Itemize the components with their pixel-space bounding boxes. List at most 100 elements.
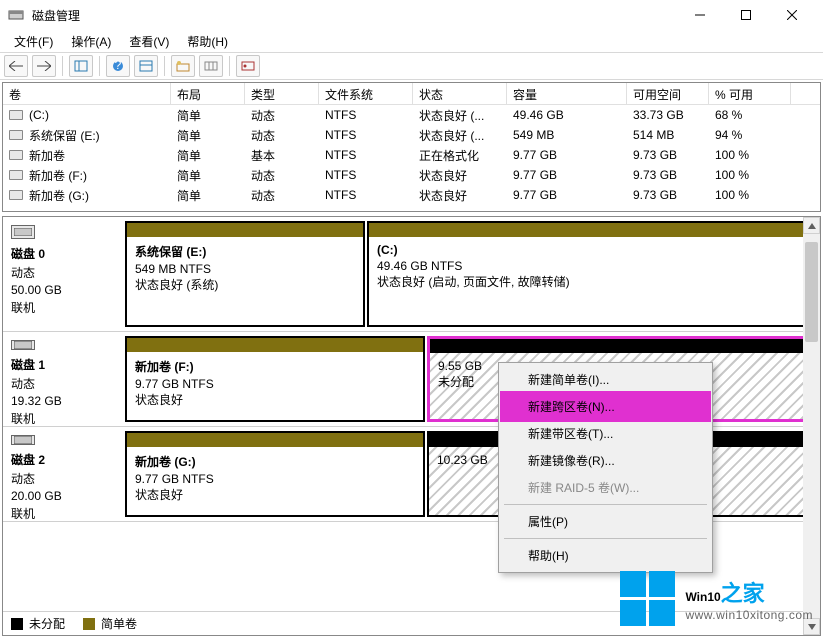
cell-fs: NTFS [319,126,413,144]
toolbar: ? [0,52,823,80]
partition-name: 新加卷 (G:) [135,453,415,470]
cell-status: 状态良好 (... [413,125,507,146]
partition-bar [127,223,363,237]
watermark-cn: 之家 [721,576,765,608]
cell-capacity: 9.77 GB [507,146,627,164]
disk-kind: 动态 [11,264,115,281]
window-title: 磁盘管理 [32,7,669,24]
menu-separator [504,538,707,539]
volume-icon [9,170,23,180]
context-menu-item[interactable]: 属性(P) [502,508,709,535]
watermark-url: www.win10xitong.com [685,608,813,622]
minimize-button[interactable] [677,0,723,30]
toolbar-icon-3[interactable] [171,55,195,77]
partition-size: 9.77 GB NTFS [135,472,415,486]
context-menu-item[interactable]: 新建带区卷(T)... [502,420,709,447]
cell-type: 动态 [245,185,319,206]
cell-capacity: 549 MB [507,126,627,144]
volume-name: 新加卷 (G:) [29,187,89,204]
context-menu-item[interactable]: 新建跨区卷(N)... [502,393,709,420]
menu-view[interactable]: 查看(V) [121,31,177,52]
cell-layout: 简单 [171,165,245,186]
context-menu-item: 新建 RAID-5 卷(W)... [502,474,709,501]
volume-row[interactable]: 新加卷 (G:)简单动态NTFS状态良好9.77 GB9.73 GB100 % [3,185,820,205]
col-status[interactable]: 状态 [413,83,507,104]
cell-capacity: 49.46 GB [507,106,627,124]
menu-help[interactable]: 帮助(H) [179,31,236,52]
disk-online: 联机 [11,410,115,427]
cell-type: 动态 [245,165,319,186]
toolbar-icon-1[interactable] [69,55,93,77]
toolbar-icon-5[interactable] [236,55,260,77]
partition[interactable]: 系统保留 (E:)549 MB NTFS状态良好 (系统) [125,221,365,327]
partition-bar [127,433,423,447]
cell-free: 9.73 GB [627,186,709,204]
legend-swatch-unalloc [11,618,23,630]
menu-bar: 文件(F) 操作(A) 查看(V) 帮助(H) [0,30,823,52]
menu-file[interactable]: 文件(F) [6,31,61,52]
partition-status: 状态良好 (启动, 页面文件, 故障转储) [377,273,797,290]
windows-logo-icon [620,571,675,626]
partition-status: 状态良好 [135,391,415,408]
scroll-thumb[interactable] [805,242,818,342]
disk-online: 联机 [11,505,115,522]
col-type[interactable]: 类型 [245,83,319,104]
menu-separator [504,504,707,505]
partition-size: 9.77 GB NTFS [135,377,415,391]
col-capacity[interactable]: 容量 [507,83,627,104]
cell-fs: NTFS [319,186,413,204]
volume-icon [9,190,23,200]
partition[interactable]: 新加卷 (G:)9.77 GB NTFS状态良好 [125,431,425,517]
disk-icon [11,225,35,239]
back-button[interactable] [4,55,28,77]
close-button[interactable] [769,0,815,30]
partition-name: 系统保留 (E:) [135,243,355,260]
cell-free: 33.73 GB [627,106,709,124]
help-icon[interactable]: ? [106,55,130,77]
scroll-up-button[interactable] [803,217,820,234]
context-menu: 新建简单卷(I)...新建跨区卷(N)...新建带区卷(T)...新建镜像卷(R… [498,362,713,573]
context-menu-item[interactable]: 新建简单卷(I)... [502,366,709,393]
disk-name: 磁盘 0 [11,245,115,262]
volume-row[interactable]: 新加卷 (F:)简单动态NTFS状态良好9.77 GB9.73 GB100 % [3,165,820,185]
menu-action[interactable]: 操作(A) [63,31,119,52]
toolbar-icon-4[interactable] [199,55,223,77]
cell-fs: NTFS [319,166,413,184]
partition-bar [430,339,804,353]
cell-layout: 简单 [171,105,245,126]
col-filesystem[interactable]: 文件系统 [319,83,413,104]
disk-row: 磁盘 0动态50.00 GB联机系统保留 (E:)549 MB NTFS状态良好… [3,217,820,332]
legend-unalloc: 未分配 [29,615,65,632]
volume-icon [9,110,23,120]
toolbar-icon-2[interactable] [134,55,158,77]
col-pct[interactable]: % 可用 [709,83,791,104]
volume-name: (C:) [29,108,49,122]
volume-row[interactable]: 系统保留 (E:)简单动态NTFS状态良好 (...549 MB514 MB94… [3,125,820,145]
disk-partitions: 系统保留 (E:)549 MB NTFS状态良好 (系统)(C:)49.46 G… [123,217,820,331]
partition-size: 49.46 GB NTFS [377,259,797,273]
maximize-button[interactable] [723,0,769,30]
volume-row[interactable]: 新加卷简单基本NTFS正在格式化9.77 GB9.73 GB100 % [3,145,820,165]
disk-info: 磁盘 2动态20.00 GB联机 [3,427,123,521]
disk-size: 50.00 GB [11,283,115,297]
partition[interactable]: (C:)49.46 GB NTFS状态良好 (启动, 页面文件, 故障转储) [367,221,807,327]
cell-type: 基本 [245,145,319,166]
partition[interactable]: 新加卷 (F:) 9.77 GB NTFS状态良好 [125,336,425,422]
cell-capacity: 9.77 GB [507,166,627,184]
cell-free: 514 MB [627,126,709,144]
volume-icon [9,130,23,140]
disk-info: 磁盘 0动态50.00 GB联机 [3,217,123,331]
disk-size: 19.32 GB [11,394,115,408]
context-menu-item[interactable]: 帮助(H) [502,542,709,569]
context-menu-item[interactable]: 新建镜像卷(R)... [502,447,709,474]
forward-button[interactable] [32,55,56,77]
cell-layout: 简单 [171,145,245,166]
cell-pct: 94 % [709,126,791,144]
col-layout[interactable]: 布局 [171,83,245,104]
cell-layout: 简单 [171,125,245,146]
col-free[interactable]: 可用空间 [627,83,709,104]
watermark: Win10之家 www.win10xitong.com [620,571,813,626]
col-volume[interactable]: 卷 [3,83,171,104]
volume-row[interactable]: (C:)简单动态NTFS状态良好 (...49.46 GB33.73 GB68 … [3,105,820,125]
partition-name: 新加卷 (F:) [135,358,415,375]
